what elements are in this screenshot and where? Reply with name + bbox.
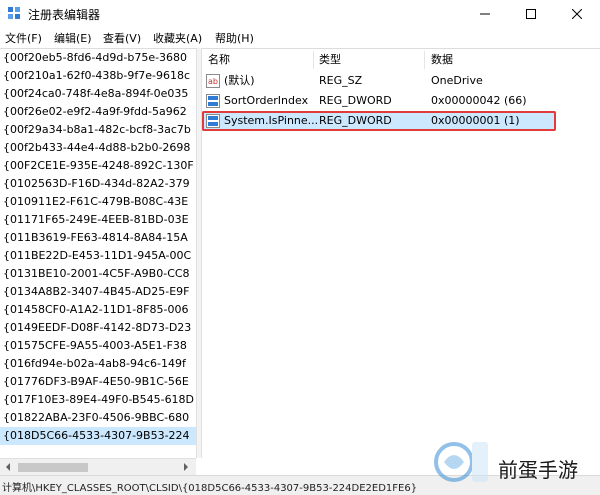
tree-item[interactable]: {0131BE10-2001-4C5F-A9B0-CC8 [3, 265, 190, 283]
tree-item[interactable]: {00f2b433-44e4-4d88-b2b0-2698 [3, 139, 190, 157]
close-icon [572, 9, 582, 19]
tree-item[interactable]: {01458CF0-A1A2-11D1-8F85-006 [3, 301, 188, 319]
value-name: (默认) [224, 74, 255, 87]
value-row-selected[interactable]: System.IsPinne... REG_DWORD 0x00000001 (… [202, 111, 600, 131]
menu-bar: 文件(F) 编辑(E) 查看(V) 收藏夹(A) 帮助(H) [0, 28, 600, 46]
tree-item[interactable]: {01575CFE-9A55-4003-A5E1-F38 [3, 337, 187, 355]
menu-help[interactable]: 帮助(H) [215, 30, 254, 46]
value-row[interactable]: SortOrderIndex REG_DWORD 0x00000042 (66) [202, 91, 600, 111]
value-type: REG_DWORD [319, 94, 392, 107]
values-list[interactable]: 名称 类型 数据 ab (默认) REG_SZ OneDrive SortOrd… [202, 48, 600, 459]
svg-text:ab: ab [208, 77, 218, 86]
close-button[interactable] [554, 0, 600, 28]
value-name: SortOrderIndex [224, 94, 309, 107]
scroll-left-icon[interactable] [4, 462, 12, 472]
tree-item[interactable]: {00F2CE1E-935E-4248-892C-130F [3, 157, 194, 175]
tree-item[interactable]: {00f20eb5-8fd6-4d9d-b75e-3680 [3, 49, 187, 67]
tree-item[interactable]: {01822ABA-23F0-4506-9BBC-680 [3, 409, 189, 427]
key-tree[interactable]: {00f20eb5-8fd6-4d9d-b75e-3680 {00f210a1-… [0, 48, 196, 459]
menu-view[interactable]: 查看(V) [103, 30, 141, 46]
watermark: 前蛋手游 [430, 432, 600, 492]
maximize-icon [526, 9, 536, 19]
column-header-data[interactable]: 数据 [431, 51, 453, 69]
tree-item[interactable]: {01171F65-249E-4EEB-81BD-03E [3, 211, 189, 229]
watermark-text: 前蛋手游 [498, 458, 578, 482]
tree-horizontal-scrollbar[interactable] [0, 458, 196, 476]
value-row[interactable]: ab (默认) REG_SZ OneDrive [202, 71, 600, 91]
tree-item[interactable]: {010911E2-F61C-479B-B08C-43E [3, 193, 188, 211]
binary-value-icon [206, 94, 220, 108]
annotation-red-box [202, 111, 556, 131]
maximize-button[interactable] [508, 0, 554, 28]
tree-item[interactable]: {00f24ca0-748f-4e8a-894f-0e035 [3, 85, 188, 103]
menu-file[interactable]: 文件(F) [5, 30, 42, 46]
value-data: OneDrive [431, 74, 483, 87]
value-type: REG_SZ [319, 74, 363, 87]
column-header-name[interactable]: 名称 [208, 51, 230, 69]
tree-item[interactable]: {00f210a1-62f0-438b-9f7e-9618c [3, 67, 190, 85]
column-divider[interactable] [313, 51, 314, 69]
tree-item[interactable]: {017F10E3-89E4-49F0-B545-618D [3, 391, 194, 409]
tree-item[interactable]: {0149EEDF-D08F-4142-8D73-D23 [3, 319, 191, 337]
regedit-icon [8, 7, 20, 19]
column-divider[interactable] [424, 51, 425, 69]
tree-item[interactable]: {01776DF3-B9AF-4E50-9B1C-56E [3, 373, 189, 391]
tree-item[interactable]: {00f26e02-e9f2-4a9f-9fdd-5a962 [3, 103, 187, 121]
column-header-type[interactable]: 类型 [319, 51, 341, 69]
scroll-right-icon[interactable] [182, 462, 190, 472]
menu-edit[interactable]: 编辑(E) [54, 30, 92, 46]
registry-editor-window: 注册表编辑器 文件(F) 编辑(E) 查看(V) 收藏夹(A) 帮助(H) {0… [0, 0, 600, 495]
minimize-button[interactable] [462, 0, 508, 28]
key-path: 计算机\HKEY_CLASSES_ROOT\CLSID\{018D5C66-45… [2, 483, 418, 494]
tree-item[interactable]: {011B3619-FE63-4814-8A84-15A [3, 229, 188, 247]
tree-item[interactable]: {0134A8B2-3407-4B45-AD25-E9F [3, 283, 190, 301]
value-data: 0x00000042 (66) [431, 94, 527, 107]
tree-item[interactable]: {0102563D-F16D-434d-82A2-379 [3, 175, 190, 193]
watermark-logo-icon [434, 442, 488, 482]
tree-item-selected[interactable]: {018D5C66-4533-4307-9B53-224 [0, 427, 196, 445]
title-bar[interactable]: 注册表编辑器 [0, 0, 600, 28]
minimize-icon [480, 13, 490, 15]
menu-favorites[interactable]: 收藏夹(A) [153, 30, 202, 46]
string-value-icon: ab [206, 74, 220, 88]
tree-item[interactable]: {016fd94e-b02a-4ab8-94c6-149f [3, 355, 186, 373]
window-title: 注册表编辑器 [28, 8, 101, 22]
scrollbar-thumb[interactable] [18, 463, 88, 472]
tree-item[interactable]: {011BE22D-E453-11D1-945A-00C [3, 247, 191, 265]
tree-item[interactable]: {00f29a34-b8a1-482c-bcf8-3ac7b [3, 121, 191, 139]
